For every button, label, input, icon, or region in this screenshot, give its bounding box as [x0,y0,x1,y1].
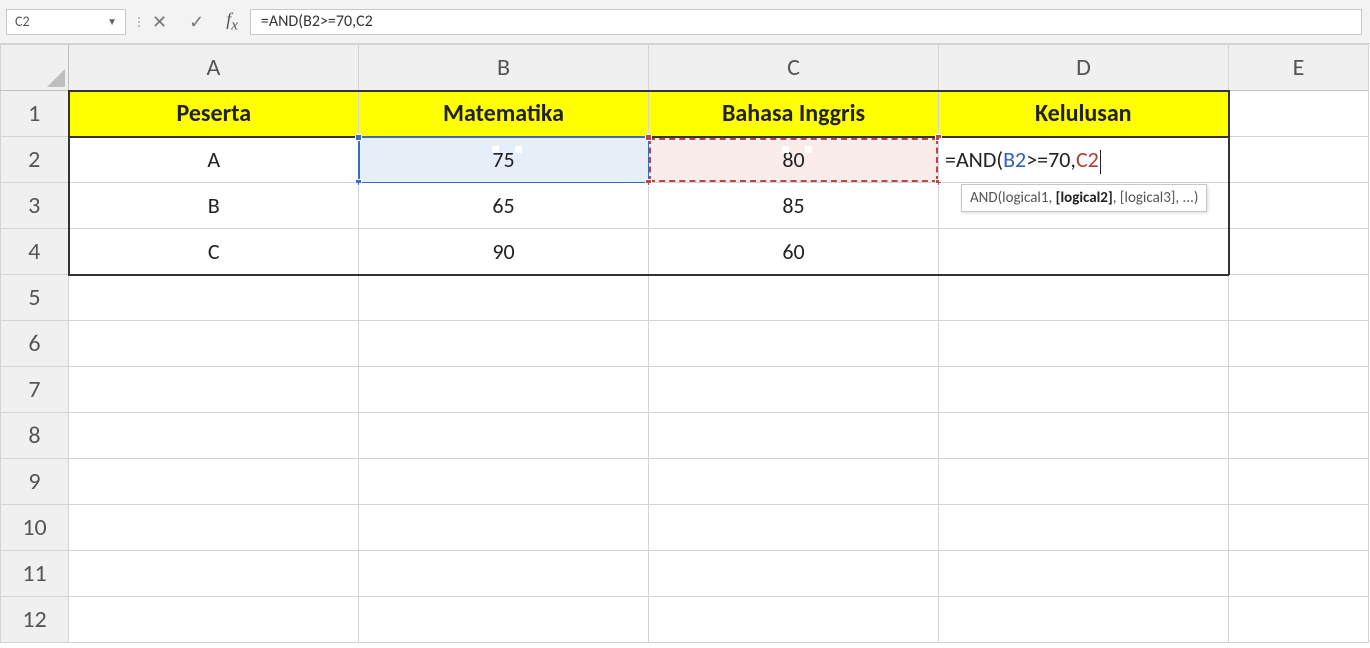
cell-a5[interactable] [69,275,359,321]
cell-d4[interactable] [939,229,1229,275]
cell-d2[interactable]: =AND(B2>=70,C2 AND(logical1, [logical2],… [939,137,1229,183]
cell-c1[interactable]: Bahasa Inggris [649,91,939,137]
cell-e5[interactable] [1229,275,1369,321]
cell-e1[interactable] [1229,91,1369,137]
row-header-3[interactable]: 3 [1,183,69,229]
cell-e7[interactable] [1229,367,1369,413]
cell-e8[interactable] [1229,413,1369,459]
cell-d12[interactable] [939,597,1229,643]
cell-a4[interactable]: C [69,229,359,275]
formula-input[interactable]: =AND(B2>=70,C2 [250,9,1362,35]
cell-a9[interactable] [69,459,359,505]
cell-c11[interactable] [649,551,939,597]
row-header-5[interactable]: 5 [1,275,69,321]
cell-b12[interactable] [359,597,649,643]
row-header-8[interactable]: 8 [1,413,69,459]
cell-e11[interactable] [1229,551,1369,597]
cell-e10[interactable] [1229,505,1369,551]
cell-c5[interactable] [649,275,939,321]
cell-b2-value: 75 [492,146,514,173]
cell-c10[interactable] [649,505,939,551]
row-header-6[interactable]: 6 [1,321,69,367]
cell-a8[interactable] [69,413,359,459]
cancel-icon[interactable]: ✕ [152,11,167,33]
cell-a2[interactable]: A [69,137,359,183]
cell-e9[interactable] [1229,459,1369,505]
text-cursor-icon [1100,150,1101,174]
cell-b5[interactable] [359,275,649,321]
cell-c6[interactable] [649,321,939,367]
col-header-e[interactable]: E [1229,45,1369,91]
cell-b11[interactable] [359,551,649,597]
row-header-1[interactable]: 1 [1,91,69,137]
cell-a3[interactable]: B [69,183,359,229]
row-header-9[interactable]: 9 [1,459,69,505]
cell-c3[interactable]: 85 [649,183,939,229]
formula-bar-buttons: ✕ ✓ fx [146,9,250,35]
col-header-b[interactable]: B [359,45,649,91]
cell-b10[interactable] [359,505,649,551]
cell-b3[interactable]: 65 [359,183,649,229]
name-box[interactable]: C2 ▼ [6,9,126,35]
cell-e6[interactable] [1229,321,1369,367]
col-header-c[interactable]: C [649,45,939,91]
cell-a7[interactable] [69,367,359,413]
cell-c8[interactable] [649,413,939,459]
cell-b9[interactable] [359,459,649,505]
cell-b8[interactable] [359,413,649,459]
function-tooltip[interactable]: AND(logical1, [logical2], [logical3], ..… [961,184,1207,212]
name-box-value: C2 [15,13,30,30]
cell-b2[interactable]: 75 [359,137,649,183]
cell-c9[interactable] [649,459,939,505]
range-handle-icon[interactable] [355,134,362,141]
enter-icon[interactable]: ✓ [189,11,204,33]
cell-d7[interactable] [939,367,1229,413]
row-header-2[interactable]: 2 [1,137,69,183]
chevron-down-icon[interactable]: ▼ [107,15,117,28]
col-header-d[interactable]: D [939,45,1229,91]
cell-e12[interactable] [1229,597,1369,643]
cell-a6[interactable] [69,321,359,367]
cell-d11[interactable] [939,551,1229,597]
cell-c2-value: 80 [782,146,804,173]
row-header-7[interactable]: 7 [1,367,69,413]
row-header-4[interactable]: 4 [1,229,69,275]
cell-b7[interactable] [359,367,649,413]
cell-d6[interactable] [939,321,1229,367]
formula-bar: C2 ▼ ✕ ✓ fx =AND(B2>=70,C2 [0,0,1370,44]
row-header-10[interactable]: 10 [1,505,69,551]
cell-d10[interactable] [939,505,1229,551]
cell-b6[interactable] [359,321,649,367]
cell-b4[interactable]: 90 [359,229,649,275]
cell-e2[interactable] [1229,137,1369,183]
cell-d5[interactable] [939,275,1229,321]
grip-icon [132,17,146,27]
cell-a10[interactable] [69,505,359,551]
row-header-12[interactable]: 12 [1,597,69,643]
spreadsheet-grid[interactable]: A B C D E 1 Peserta Matematika Bahasa In… [0,44,1370,643]
cell-a1[interactable]: Peserta [69,91,359,137]
cell-e4[interactable] [1229,229,1369,275]
cell-a11[interactable] [69,551,359,597]
cell-e3[interactable] [1229,183,1369,229]
cell-b1[interactable]: Matematika [359,91,649,137]
cell-d8[interactable] [939,413,1229,459]
cell-a12[interactable] [69,597,359,643]
range-handle-icon[interactable] [645,134,652,141]
row-header-11[interactable]: 11 [1,551,69,597]
cell-c12[interactable] [649,597,939,643]
cell-c4[interactable]: 60 [649,229,939,275]
cell-d1[interactable]: Kelulusan [939,91,1229,137]
cell-d2-editing-formula: =AND(B2>=70,C2 [945,146,1101,173]
cell-c7[interactable] [649,367,939,413]
fx-icon[interactable]: fx [226,9,238,35]
cell-d9[interactable] [939,459,1229,505]
col-header-a[interactable]: A [69,45,359,91]
formula-input-text: =AND(B2>=70,C2 [261,12,373,31]
cell-c2[interactable]: 80 [649,137,939,183]
select-all-corner[interactable] [1,45,69,91]
